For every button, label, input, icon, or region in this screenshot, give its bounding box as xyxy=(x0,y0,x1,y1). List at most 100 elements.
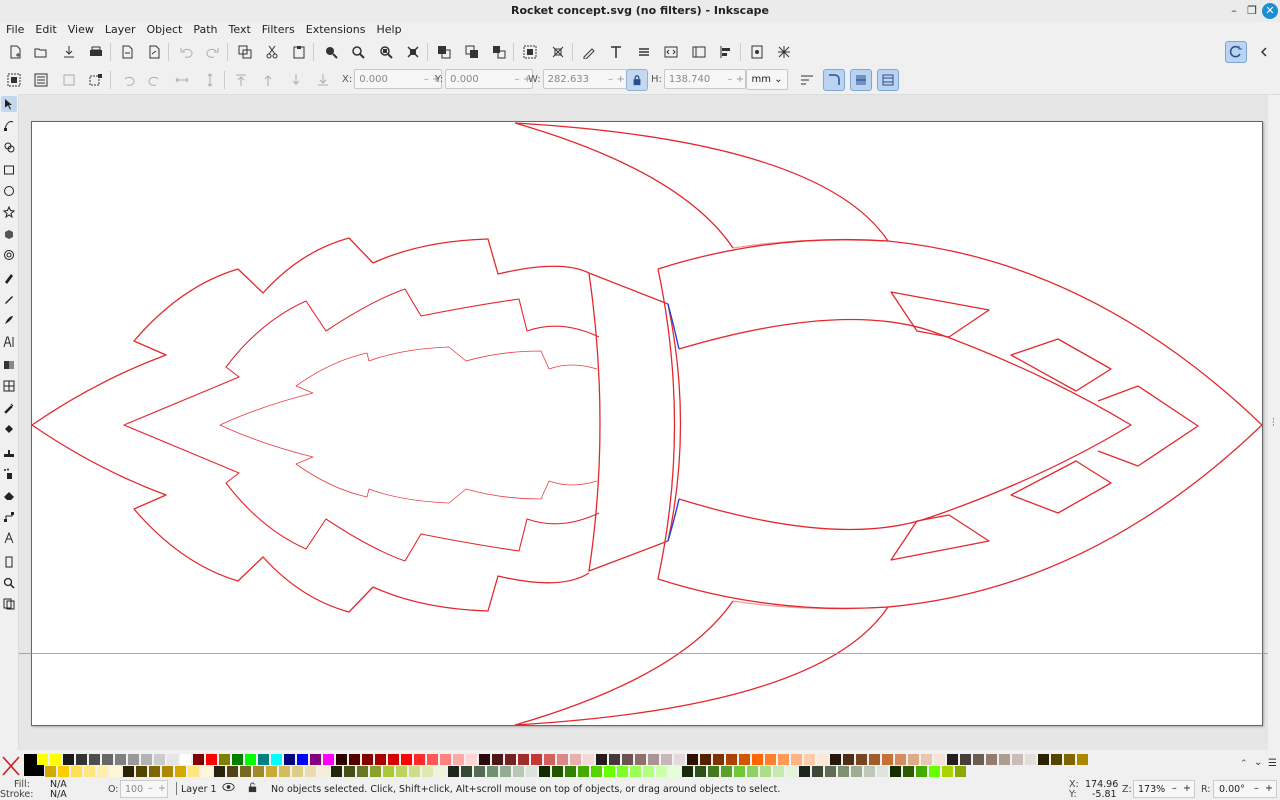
lower-icon[interactable] xyxy=(286,70,306,90)
color-swatch[interactable] xyxy=(1038,754,1049,765)
transform-gradients-icon[interactable] xyxy=(850,69,872,91)
duplicate-icon[interactable] xyxy=(434,42,454,62)
color-swatch[interactable] xyxy=(838,766,849,777)
color-swatch[interactable] xyxy=(193,754,204,765)
color-swatch[interactable] xyxy=(734,766,745,777)
color-swatch[interactable] xyxy=(383,766,394,777)
color-swatch[interactable] xyxy=(1025,754,1036,765)
current-layer[interactable]: Layer 1 xyxy=(181,784,217,795)
no-paint-icon[interactable] xyxy=(2,756,20,776)
color-swatch[interactable] xyxy=(492,754,503,765)
right-dock-handle[interactable]: · · · xyxy=(1268,95,1280,750)
color-swatch[interactable] xyxy=(955,766,966,777)
color-swatch[interactable] xyxy=(960,754,971,765)
color-swatch[interactable] xyxy=(851,766,862,777)
color-swatch[interactable] xyxy=(791,754,802,765)
color-swatch[interactable] xyxy=(635,754,646,765)
color-swatch[interactable] xyxy=(708,766,719,777)
raise-to-top-icon[interactable] xyxy=(231,70,251,90)
w-increment[interactable]: + xyxy=(616,74,626,85)
color-swatch[interactable] xyxy=(882,754,893,765)
dropper-tool-icon[interactable] xyxy=(1,400,17,416)
color-swatch[interactable] xyxy=(986,754,997,765)
zoom-page-width-icon[interactable] xyxy=(403,42,423,62)
connector-tool-icon[interactable] xyxy=(1,509,17,525)
color-swatch[interactable] xyxy=(422,766,433,777)
color-swatch[interactable] xyxy=(149,766,160,777)
color-swatch[interactable] xyxy=(175,766,186,777)
color-swatch[interactable] xyxy=(344,766,355,777)
import-icon[interactable] xyxy=(117,42,137,62)
color-swatch[interactable] xyxy=(518,754,529,765)
color-swatch[interactable] xyxy=(76,754,87,765)
palette-scroll-up-icon[interactable]: ⌃ xyxy=(1240,759,1248,769)
zoom-tool-icon[interactable] xyxy=(1,575,17,591)
color-swatch[interactable] xyxy=(310,754,321,765)
color-swatch[interactable] xyxy=(240,766,251,777)
color-swatch[interactable] xyxy=(804,754,815,765)
3d-box-tool-icon[interactable] xyxy=(1,226,17,242)
color-swatch[interactable] xyxy=(643,766,654,777)
rectangle-tool-icon[interactable] xyxy=(1,162,17,178)
color-swatch[interactable] xyxy=(71,766,82,777)
selector-tool-icon[interactable] xyxy=(1,96,17,112)
color-swatch[interactable] xyxy=(414,754,425,765)
color-swatch[interactable] xyxy=(864,766,875,777)
maximize-button[interactable]: ❐ xyxy=(1244,3,1260,19)
menu-help[interactable]: Help xyxy=(370,22,406,38)
color-swatch[interactable] xyxy=(903,766,914,777)
menu-layer[interactable]: Layer xyxy=(99,22,141,38)
color-swatch[interactable] xyxy=(232,754,243,765)
color-swatch[interactable] xyxy=(843,754,854,765)
color-swatch[interactable] xyxy=(622,754,633,765)
color-swatch[interactable] xyxy=(570,754,581,765)
color-swatch[interactable] xyxy=(908,754,919,765)
color-swatch[interactable] xyxy=(721,766,732,777)
flip-horizontal-icon[interactable] xyxy=(172,70,192,90)
w-decrement[interactable]: – xyxy=(606,74,616,85)
eye-icon[interactable] xyxy=(222,782,235,795)
color-swatch[interactable] xyxy=(479,754,490,765)
color-swatch[interactable] xyxy=(318,766,329,777)
node-tool-icon[interactable] xyxy=(1,117,17,133)
open-icon[interactable] xyxy=(31,42,51,62)
x-decrement[interactable]: – xyxy=(421,74,431,85)
color-swatch[interactable] xyxy=(739,754,750,765)
color-swatch[interactable] xyxy=(973,754,984,765)
spray-tool-icon[interactable] xyxy=(1,466,17,482)
eraser-tool-icon[interactable] xyxy=(1,487,17,503)
measure-tool-icon[interactable] xyxy=(1,530,17,546)
stroke-value[interactable]: N/A xyxy=(50,789,67,800)
color-swatch[interactable] xyxy=(513,766,524,777)
palette-menu-icon[interactable]: ☰ xyxy=(1268,758,1277,769)
minimize-button[interactable]: – xyxy=(1226,3,1242,19)
color-swatch[interactable] xyxy=(1051,754,1062,765)
print-icon[interactable] xyxy=(86,42,106,62)
color-swatch[interactable] xyxy=(934,754,945,765)
menu-text[interactable]: Text xyxy=(223,22,256,38)
document-properties-icon[interactable] xyxy=(689,42,709,62)
star-tool-icon[interactable] xyxy=(1,204,17,220)
horizontal-guide[interactable] xyxy=(19,653,1268,654)
drag-handle-icon[interactable]: · · · xyxy=(1272,416,1275,431)
touch-select-icon[interactable] xyxy=(86,70,106,90)
color-swatch[interactable] xyxy=(50,754,61,765)
menu-path[interactable]: Path xyxy=(187,22,222,38)
lock-ratio-button[interactable] xyxy=(626,69,648,91)
color-swatch[interactable] xyxy=(214,766,225,777)
color-swatch[interactable] xyxy=(110,766,121,777)
color-swatch[interactable] xyxy=(123,766,134,777)
snap-toggle-icon[interactable] xyxy=(1225,41,1247,63)
color-swatch[interactable] xyxy=(206,754,217,765)
color-swatch[interactable] xyxy=(557,754,568,765)
color-swatch[interactable] xyxy=(773,766,784,777)
color-swatch[interactable] xyxy=(661,754,672,765)
lock-icon[interactable] xyxy=(247,782,258,796)
save-icon[interactable] xyxy=(59,42,79,62)
rotate-cw-icon[interactable] xyxy=(145,70,165,90)
color-swatch[interactable] xyxy=(713,754,724,765)
flip-vertical-icon[interactable] xyxy=(200,70,220,90)
color-swatch[interactable] xyxy=(921,754,932,765)
color-swatch[interactable] xyxy=(331,766,342,777)
palette-dropdown-icon[interactable]: ⌄ xyxy=(1254,757,1262,768)
